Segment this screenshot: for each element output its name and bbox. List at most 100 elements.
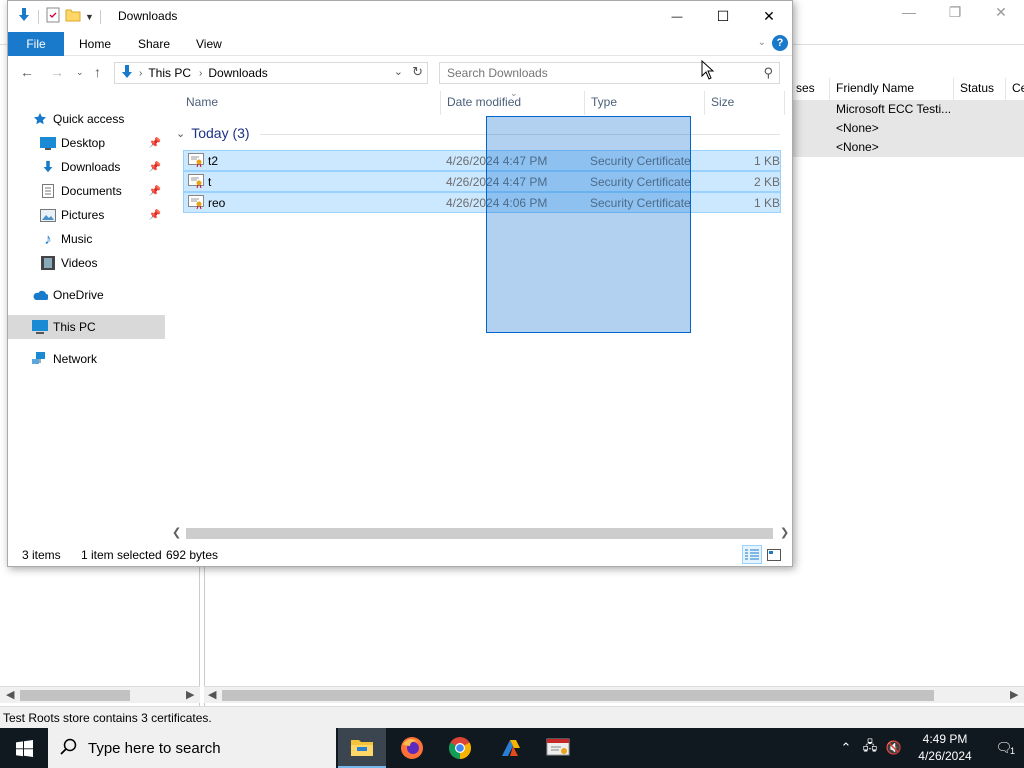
breadcrumb-downloads[interactable]: Downloads [208, 66, 267, 80]
help-button[interactable]: ? [772, 35, 788, 51]
minimize-button[interactable]: — [654, 1, 700, 32]
app-icon[interactable] [486, 728, 534, 768]
table-row[interactable]: Microsoft ECC Testi... [792, 100, 1024, 119]
tab-share[interactable]: Share [138, 32, 170, 56]
file-row[interactable]: t 4/26/2024 4:47 PM Security Certificate… [183, 171, 781, 192]
sidebar-item-videos[interactable]: Videos [8, 251, 165, 275]
certificate-manager-icon[interactable] [534, 728, 582, 768]
sidebar-item-network[interactable]: Network [8, 347, 165, 371]
taskbar-search-box[interactable]: Type here to search [48, 728, 336, 768]
bg-right-scrollbar[interactable]: ◀ ▶ [204, 686, 1024, 703]
sidebar-item-documents[interactable]: Documents 📌 [8, 179, 165, 203]
address-bar[interactable]: › This PC › Downloads ⌄ ↻ [114, 62, 428, 84]
selection-count: 1 item selected [81, 548, 162, 562]
sidebar-item-quick-access[interactable]: Quick access [8, 107, 165, 131]
file-row[interactable]: t2 4/26/2024 4:47 PM Security Certificat… [183, 150, 781, 171]
new-folder-icon[interactable] [65, 7, 81, 26]
chevron-down-icon[interactable]: ⌄ [176, 127, 185, 140]
file-name: t [208, 175, 212, 189]
cloud-icon [32, 288, 48, 302]
breadcrumb-this-pc[interactable]: This PC [148, 66, 191, 80]
bg-col-status[interactable]: Status [954, 78, 1006, 100]
pin-icon[interactable]: 📌 [149, 138, 161, 149]
table-row[interactable]: <None> [792, 119, 1024, 138]
show-hidden-icons-icon[interactable]: ⌃ [834, 740, 858, 756]
group-header[interactable]: ⌄ Today (3) [176, 125, 780, 141]
chevron-down-icon[interactable]: ⌄ [394, 65, 403, 78]
maximize-button[interactable]: ☐ [700, 1, 746, 32]
sidebar-item-music[interactable]: ♪ Music [8, 227, 165, 251]
bg-close-button[interactable]: ✕ [978, 0, 1024, 24]
bg-minimize-button[interactable]: — [886, 0, 932, 24]
sidebar-item-label: This PC [53, 320, 96, 334]
search-box[interactable]: ⚲ [439, 62, 780, 84]
sidebar-item-label: Pictures [61, 208, 105, 222]
sidebar-item-label: Music [61, 232, 93, 246]
column-size[interactable]: Size [711, 95, 734, 109]
scroll-right-icon[interactable]: ▶ [186, 688, 194, 701]
tab-file[interactable]: File [8, 32, 64, 56]
back-arrow-icon[interactable]: ← [20, 64, 34, 80]
scroll-right-icon[interactable]: ❯ [780, 526, 789, 539]
sidebar-item-label: Desktop [61, 136, 106, 150]
scroll-left-icon[interactable]: ❮ [172, 526, 181, 539]
search-input[interactable] [440, 63, 740, 83]
sidebar-item-label: Network [53, 352, 98, 366]
clock[interactable]: 4:49 PM 4/26/2024 [906, 731, 984, 765]
chrome-icon[interactable] [436, 728, 484, 768]
network-icon[interactable]: 🖧 [858, 737, 882, 759]
start-button[interactable] [0, 728, 48, 768]
forward-arrow-icon[interactable]: → [50, 64, 64, 80]
taskbar-search-placeholder: Type here to search [88, 739, 221, 757]
system-tray: ⌃ 🖧 🔇 4:49 PM 4/26/2024 🗨 1 [834, 728, 1024, 768]
bg-col-purposes[interactable]: ses [790, 78, 830, 100]
sidebar-item-pictures[interactable]: Pictures 📌 [8, 203, 165, 227]
bg-left-scrollbar[interactable]: ◀ ▶ [0, 686, 200, 703]
scroll-thumb[interactable] [222, 690, 934, 701]
volume-muted-icon[interactable]: 🔇 [882, 740, 906, 756]
sidebar-item-this-pc[interactable]: This PC [8, 315, 165, 339]
windows-logo-icon [15, 739, 33, 757]
expand-ribbon-icon[interactable]: ⌄ [758, 37, 766, 48]
properties-icon[interactable] [45, 7, 61, 26]
tab-home[interactable]: Home [79, 32, 111, 56]
tab-view[interactable]: View [196, 32, 222, 56]
column-type[interactable]: Type [591, 95, 617, 109]
horizontal-scrollbar[interactable]: ❮ ❯ [168, 525, 792, 542]
table-row[interactable]: <None> [792, 138, 1024, 157]
chevron-down-icon[interactable]: ▼ [85, 12, 94, 22]
bg-col-friendly-name[interactable]: Friendly Name [830, 78, 954, 100]
large-icons-view-icon[interactable] [764, 545, 784, 564]
scroll-right-icon[interactable]: ▶ [1010, 688, 1018, 701]
title-bar[interactable]: ▼ Downloads — ☐ ✕ [8, 1, 792, 32]
scroll-left-icon[interactable]: ◀ [208, 688, 216, 701]
sidebar-item-downloads[interactable]: Downloads 📌 [8, 155, 165, 179]
bg-col-cert[interactable]: Ce [1006, 78, 1024, 100]
download-icon[interactable] [16, 7, 32, 26]
sidebar-item-desktop[interactable]: Desktop 📌 [8, 131, 165, 155]
bg-maximize-button[interactable]: ❐ [932, 0, 978, 24]
chevron-right-icon[interactable]: › [199, 68, 202, 79]
chevron-right-icon[interactable]: › [139, 68, 142, 79]
recent-locations-icon[interactable]: ⌄ [76, 67, 84, 78]
firefox-icon[interactable] [388, 728, 436, 768]
details-view-icon[interactable] [742, 545, 762, 564]
scroll-left-icon[interactable]: ◀ [6, 688, 14, 701]
scroll-thumb[interactable] [20, 690, 130, 701]
bg-cert-list: Microsoft ECC Testi... <None> <None> [792, 100, 1024, 157]
pin-icon[interactable]: 📌 [149, 210, 161, 221]
refresh-icon[interactable]: ↻ [412, 64, 423, 80]
file-row[interactable]: reo 4/26/2024 4:06 PM Security Certifica… [183, 192, 781, 213]
notification-icon[interactable]: 🗨 1 [984, 740, 1024, 756]
up-arrow-icon[interactable]: ↑ [94, 64, 101, 80]
search-icon[interactable]: ⚲ [763, 65, 773, 81]
file-explorer-icon[interactable] [338, 728, 386, 768]
scroll-thumb[interactable] [186, 528, 773, 539]
sidebar-item-onedrive[interactable]: OneDrive [8, 283, 165, 307]
pictures-icon [40, 208, 56, 222]
pin-icon[interactable]: 📌 [149, 162, 161, 173]
close-button[interactable]: ✕ [746, 1, 792, 32]
column-name[interactable]: Name [186, 95, 218, 109]
window-controls: — ☐ ✕ [654, 1, 792, 32]
pin-icon[interactable]: 📌 [149, 186, 161, 197]
